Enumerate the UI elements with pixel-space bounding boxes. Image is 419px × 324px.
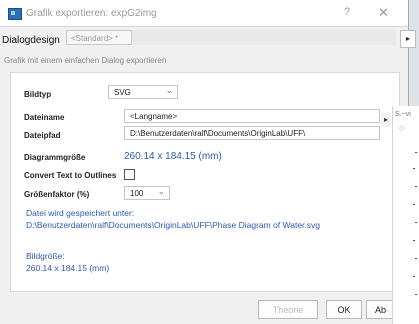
side-panel-header: S.~vi xyxy=(395,111,411,118)
tick-mark xyxy=(415,186,417,187)
export-dialog: Grafik exportieren: expG2img ? ✕ Dialogd… xyxy=(0,0,416,324)
side-panel: S.~vi ◇ xyxy=(392,106,419,324)
tick-mark xyxy=(413,204,415,205)
image-type-select[interactable]: SVG xyxy=(108,85,178,99)
settings-panel xyxy=(10,72,400,292)
scale-factor-value: 100 xyxy=(130,189,144,198)
convert-text-label: Convert Text to Outlines xyxy=(24,171,117,180)
ok-button[interactable]: OK xyxy=(326,300,362,319)
image-size-value: 260.14 x 184.15 (mm) xyxy=(26,263,110,273)
tick-mark xyxy=(415,294,417,295)
scale-factor-label: Größenfaktor (%) xyxy=(24,190,90,199)
app-icon xyxy=(8,8,22,20)
close-icon[interactable]: ✕ xyxy=(378,5,389,21)
window-title: Grafik exportieren: expG2img xyxy=(26,8,157,19)
filename-label: Dateiname xyxy=(24,113,65,122)
filename-input[interactable]: <Langname> xyxy=(124,109,380,123)
side-panel-toggle[interactable]: ▸ xyxy=(381,113,391,127)
filepath-input[interactable]: D:\Benutzerdaten\ralf\Documents\OriginLa… xyxy=(124,126,380,140)
help-icon[interactable]: ? xyxy=(344,6,350,18)
tick-mark xyxy=(413,240,415,241)
dialog-design-label: Dialogdesign xyxy=(2,35,60,46)
diagram-size-value: 260.14 x 184.15 (mm) xyxy=(124,151,222,162)
tick-mark xyxy=(413,276,415,277)
diagram-size-label: Diagrammgröße xyxy=(24,153,86,162)
image-type-value: SVG xyxy=(114,88,131,97)
tick-mark xyxy=(415,258,417,259)
convert-text-checkbox[interactable] xyxy=(124,169,135,180)
dialog-design-bar xyxy=(132,30,396,45)
save-location-heading: Datei wird gespeichert unter: xyxy=(26,208,135,218)
tick-mark xyxy=(415,222,417,223)
filepath-label: Dateipfad xyxy=(24,131,61,140)
expand-arrow-icon[interactable]: ▸ xyxy=(400,30,416,48)
scale-factor-select[interactable]: 100 xyxy=(124,186,170,200)
tick-mark xyxy=(413,168,415,169)
save-location-path: D:\Benutzerdaten\ralf\Documents\OriginLa… xyxy=(26,220,321,230)
image-size-label: Bildgröße: xyxy=(26,251,65,261)
dialog-design-select[interactable]: <Standard> * xyxy=(66,30,132,45)
dialog-subtitle: Grafik mit einem einfachen Dialog export… xyxy=(4,56,167,65)
title-bar: Grafik exportieren: expG2img ? ✕ xyxy=(0,0,408,27)
preview-button[interactable]: Theorie xyxy=(258,300,318,319)
diamond-icon: ◇ xyxy=(399,125,405,132)
tick-mark xyxy=(415,152,417,153)
image-type-label: Bildtyp xyxy=(24,90,52,99)
